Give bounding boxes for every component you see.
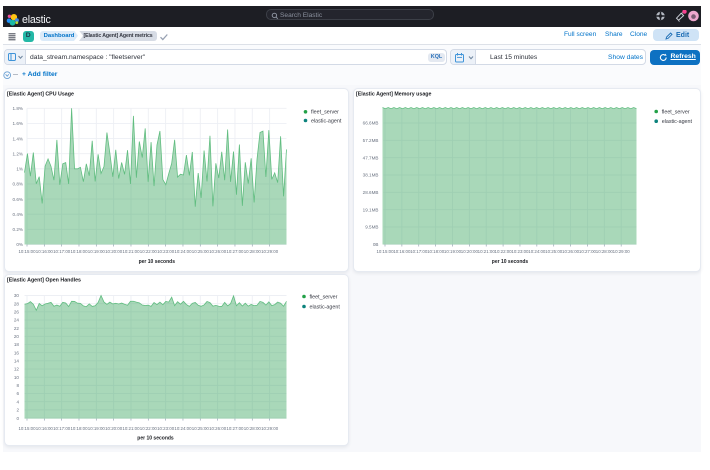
svg-text:fleet_server: fleet_server bbox=[311, 110, 339, 116]
svg-text:10:15:00: 10:15:00 bbox=[376, 249, 394, 254]
svg-text:19.1MB: 19.1MB bbox=[362, 207, 378, 212]
svg-text:16: 16 bbox=[14, 350, 20, 355]
svg-text:10:15:00: 10:15:00 bbox=[18, 249, 36, 254]
svg-text:24: 24 bbox=[14, 318, 20, 323]
svg-text:10:19:00: 10:19:00 bbox=[88, 249, 106, 254]
svg-text:18: 18 bbox=[14, 342, 20, 347]
svg-text:10:17:00: 10:17:00 bbox=[410, 249, 428, 254]
svg-text:10:29:00: 10:29:00 bbox=[261, 426, 279, 431]
svg-text:10:24:00: 10:24:00 bbox=[528, 249, 546, 254]
svg-text:10: 10 bbox=[14, 375, 20, 380]
svg-text:10:29:00: 10:29:00 bbox=[261, 249, 279, 254]
svg-text:fleet_server: fleet_server bbox=[310, 294, 338, 300]
svg-text:10:22:00: 10:22:00 bbox=[140, 426, 158, 431]
svg-text:10:20:00: 10:20:00 bbox=[460, 249, 478, 254]
svg-text:10:28:00: 10:28:00 bbox=[244, 249, 262, 254]
svg-text:10:23:00: 10:23:00 bbox=[157, 249, 175, 254]
svg-text:10:25:00: 10:25:00 bbox=[545, 249, 563, 254]
svg-text:2: 2 bbox=[16, 408, 19, 413]
svg-text:elastic-agent: elastic-agent bbox=[311, 118, 342, 124]
svg-text:10:22:00: 10:22:00 bbox=[140, 249, 158, 254]
svg-text:0.4%: 0.4% bbox=[13, 212, 23, 217]
svg-text:10:18:00: 10:18:00 bbox=[70, 426, 88, 431]
svg-text:10:27:00: 10:27:00 bbox=[226, 426, 244, 431]
svg-text:10:23:00: 10:23:00 bbox=[511, 249, 529, 254]
svg-text:0B: 0B bbox=[372, 242, 378, 247]
svg-text:10:26:00: 10:26:00 bbox=[562, 249, 580, 254]
svg-text:22: 22 bbox=[14, 326, 20, 331]
svg-text:10:29:00: 10:29:00 bbox=[612, 249, 630, 254]
svg-text:elastic: elastic bbox=[22, 14, 52, 26]
svg-text:30: 30 bbox=[14, 293, 20, 298]
svg-text:10:24:00: 10:24:00 bbox=[174, 249, 192, 254]
svg-text:elastic-agent: elastic-agent bbox=[310, 304, 341, 310]
svg-text:1%: 1% bbox=[16, 167, 23, 172]
svg-text:10:17:00: 10:17:00 bbox=[53, 249, 71, 254]
svg-text:28.6MB: 28.6MB bbox=[362, 190, 378, 195]
svg-text:[Elastic Agent] CPU Usage: [Elastic Agent] CPU Usage bbox=[7, 91, 74, 97]
svg-text:per 10 seconds: per 10 seconds bbox=[491, 259, 528, 265]
svg-text:6: 6 bbox=[16, 391, 19, 396]
svg-text:66.6MB: 66.6MB bbox=[362, 121, 378, 126]
svg-text:10:16:00: 10:16:00 bbox=[393, 249, 411, 254]
svg-text:14: 14 bbox=[14, 359, 20, 364]
svg-text:57.2MB: 57.2MB bbox=[362, 138, 378, 143]
svg-text:20: 20 bbox=[14, 334, 20, 339]
svg-text:10:27:00: 10:27:00 bbox=[578, 249, 596, 254]
svg-text:10:28:00: 10:28:00 bbox=[244, 426, 262, 431]
svg-text:[Elastic Agent] Memory usage: [Elastic Agent] Memory usage bbox=[356, 91, 432, 97]
svg-text:10:20:00: 10:20:00 bbox=[105, 249, 123, 254]
svg-text:10:24:00: 10:24:00 bbox=[174, 426, 192, 431]
svg-text:1.4%: 1.4% bbox=[13, 136, 23, 141]
svg-text:1.2%: 1.2% bbox=[13, 151, 23, 156]
svg-text:10:18:00: 10:18:00 bbox=[70, 249, 88, 254]
svg-text:10:25:00: 10:25:00 bbox=[192, 426, 210, 431]
svg-text:10:22:00: 10:22:00 bbox=[494, 249, 512, 254]
svg-text:10:27:00: 10:27:00 bbox=[226, 249, 244, 254]
svg-text:10:26:00: 10:26:00 bbox=[209, 249, 227, 254]
svg-text:10:19:00: 10:19:00 bbox=[443, 249, 461, 254]
svg-text:10:26:00: 10:26:00 bbox=[209, 426, 227, 431]
svg-text:10:20:00: 10:20:00 bbox=[105, 426, 123, 431]
svg-text:10:25:00: 10:25:00 bbox=[192, 249, 210, 254]
svg-text:fleet_server: fleet_server bbox=[661, 109, 689, 115]
svg-text:0%: 0% bbox=[16, 242, 23, 247]
svg-text:10:28:00: 10:28:00 bbox=[595, 249, 613, 254]
svg-text:10:16:00: 10:16:00 bbox=[36, 426, 54, 431]
svg-text:10:21:00: 10:21:00 bbox=[122, 426, 140, 431]
svg-text:28: 28 bbox=[14, 301, 20, 306]
svg-text:10:23:00: 10:23:00 bbox=[157, 426, 175, 431]
svg-text:10:16:00: 10:16:00 bbox=[36, 249, 54, 254]
svg-text:0.6%: 0.6% bbox=[13, 197, 23, 202]
svg-text:per 10 seconds: per 10 seconds bbox=[139, 259, 176, 265]
svg-text:elastic-agent: elastic-agent bbox=[661, 119, 692, 125]
svg-text:1.8%: 1.8% bbox=[13, 106, 23, 111]
svg-text:10:21:00: 10:21:00 bbox=[477, 249, 495, 254]
svg-text:10:15:00: 10:15:00 bbox=[18, 426, 36, 431]
svg-text:per 10 seconds: per 10 seconds bbox=[137, 436, 174, 442]
svg-text:0.2%: 0.2% bbox=[13, 227, 23, 232]
svg-text:47.7MB: 47.7MB bbox=[362, 155, 378, 160]
svg-text:38.1MB: 38.1MB bbox=[362, 173, 378, 178]
svg-text:9.5MB: 9.5MB bbox=[365, 225, 378, 230]
svg-text:10:19:00: 10:19:00 bbox=[88, 426, 106, 431]
svg-text:8: 8 bbox=[16, 383, 19, 388]
svg-text:10:17:00: 10:17:00 bbox=[53, 426, 71, 431]
svg-text:26: 26 bbox=[14, 310, 20, 315]
svg-text:10:21:00: 10:21:00 bbox=[122, 249, 140, 254]
svg-text:1.6%: 1.6% bbox=[13, 121, 23, 126]
svg-text:0: 0 bbox=[16, 416, 19, 421]
svg-text:4: 4 bbox=[16, 399, 19, 404]
svg-text:10:18:00: 10:18:00 bbox=[427, 249, 445, 254]
svg-text:[Elastic Agent] Open Handles: [Elastic Agent] Open Handles bbox=[7, 277, 81, 283]
svg-text:0.8%: 0.8% bbox=[13, 182, 23, 187]
svg-text:12: 12 bbox=[14, 367, 20, 372]
